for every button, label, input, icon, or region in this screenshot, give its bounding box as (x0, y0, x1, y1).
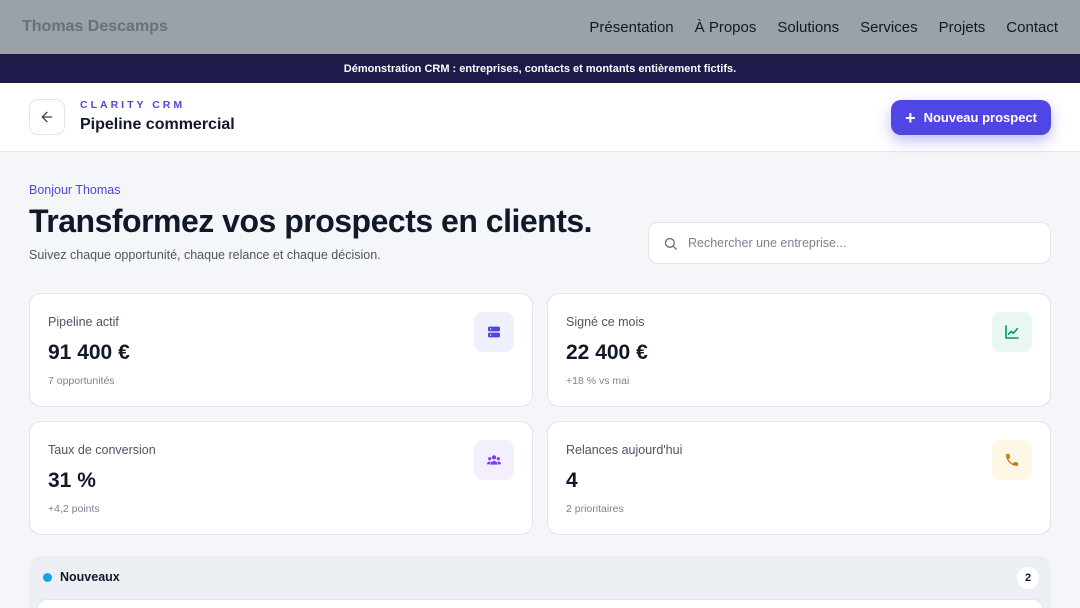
column-title: Nouveaux (60, 570, 120, 584)
demo-banner: Démonstration CRM : entreprises, contact… (0, 54, 1080, 83)
search-input[interactable] (688, 236, 1028, 250)
search-icon (664, 237, 677, 250)
status-dot (43, 573, 52, 582)
stat-label: Taux de conversion (48, 443, 156, 457)
stat-label: Pipeline actif (48, 315, 119, 329)
hero-title: Transformez vos prospects en clients. (29, 203, 593, 239)
back-button[interactable] (29, 99, 65, 135)
stat-label: Signé ce mois (566, 315, 645, 329)
stat-value: 4 (566, 469, 578, 492)
nav-link-solutions[interactable]: Solutions (777, 19, 839, 36)
stat-value: 31 % (48, 469, 96, 492)
plus-icon: + (905, 107, 916, 128)
stat-note: +18 % vs mai (566, 375, 630, 387)
nav-link-presentation[interactable]: Présentation (589, 19, 673, 36)
users-icon (474, 440, 514, 480)
stat-card-conversion: Taux de conversion 31 % +4,2 points (29, 421, 533, 535)
prospect-card[interactable] (37, 599, 1043, 608)
stat-note: 2 prioritaires (566, 503, 624, 515)
stat-card-pipeline: Pipeline actif 91 400 € 7 opportunités (29, 293, 533, 407)
arrow-left-icon (41, 111, 53, 123)
new-prospect-label: Nouveau prospect (923, 110, 1037, 125)
phone-icon (992, 440, 1032, 480)
hero-subtitle: Suivez chaque opportunité, chaque relanc… (29, 248, 381, 262)
app-title: Pipeline commercial (80, 116, 235, 133)
new-prospect-button[interactable]: + Nouveau prospect (891, 100, 1051, 135)
stat-value: 22 400 € (566, 341, 648, 364)
app-kicker: CLARITY CRM (80, 99, 186, 111)
stat-card-relances: Relances aujourd'hui 4 2 prioritaires (547, 421, 1051, 535)
site-navbar: Thomas Descamps Présentation À Propos So… (0, 0, 1080, 54)
stat-value: 91 400 € (48, 341, 130, 364)
site-brand[interactable]: Thomas Descamps (22, 18, 168, 36)
stat-note: 7 opportunités (48, 375, 115, 387)
pipeline-column-nouveaux: Nouveaux 2 (29, 556, 1051, 608)
chart-line-icon (992, 312, 1032, 352)
column-count-badge: 2 (1017, 567, 1039, 589)
app-header: CLARITY CRM Pipeline commercial + Nouvea… (0, 83, 1080, 152)
nav-link-contact[interactable]: Contact (1006, 19, 1058, 36)
nav-link-projets[interactable]: Projets (939, 19, 986, 36)
nav-link-services[interactable]: Services (860, 19, 918, 36)
server-icon (474, 312, 514, 352)
stat-note: +4,2 points (48, 503, 100, 515)
nav-link-a-propos[interactable]: À Propos (695, 19, 757, 36)
search-box (648, 222, 1051, 264)
header-titles: CLARITY CRM Pipeline commercial (80, 99, 235, 134)
stat-card-signed: Signé ce mois 22 400 € +18 % vs mai (547, 293, 1051, 407)
greeting: Bonjour Thomas (29, 183, 121, 197)
nav-links: Présentation À Propos Solutions Services… (589, 19, 1058, 36)
stat-label: Relances aujourd'hui (566, 443, 683, 457)
